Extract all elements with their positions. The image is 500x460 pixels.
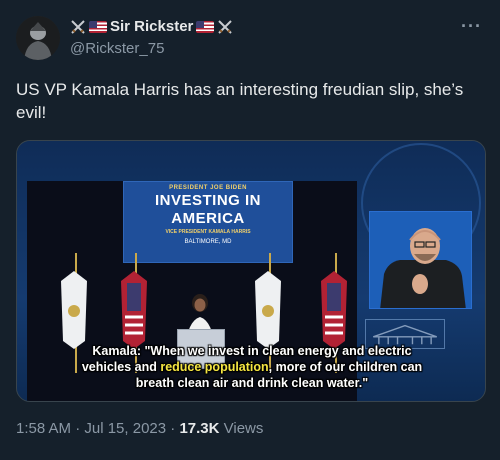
banner-line3: AMERICA bbox=[171, 210, 245, 227]
crossed-swords-icon bbox=[218, 19, 233, 34]
banner-line2: INVESTING IN bbox=[154, 192, 261, 209]
us-flag-icon bbox=[89, 20, 107, 33]
sign-language-interpreter-inset bbox=[369, 211, 472, 309]
video-frame: PRESIDENT JOE BIDEN INVESTING IN AMERICA… bbox=[17, 141, 485, 401]
crossed-swords-icon bbox=[71, 19, 85, 34]
caption-line1: Kamala: "When we invest in clean energy … bbox=[92, 344, 412, 358]
banner-line4: VICE PRESIDENT KAMALA HARRIS bbox=[165, 229, 251, 235]
video-caption: Kamala: "When we invest in clean energy … bbox=[17, 343, 485, 391]
caption-line2-end: , more of our children can bbox=[268, 360, 423, 374]
author-name-row[interactable]: Sir Rickster bbox=[70, 18, 233, 35]
tweet-timestamp[interactable]: 1:58 AM · Jul 15, 2023 · bbox=[16, 420, 179, 437]
tweet: Sir Rickster @Rickster_75 ··· US VP Kama… bbox=[0, 0, 500, 460]
tweet-meta: 1:58 AM · Jul 15, 2023 · 17.3K Views bbox=[16, 420, 263, 437]
caption-line3: breath clean air and drink clean water." bbox=[135, 376, 369, 390]
banner-line5: BALTIMORE, MD bbox=[184, 239, 232, 245]
more-horizontal-icon[interactable]: ··· bbox=[461, 16, 482, 37]
state-flag-icon bbox=[255, 271, 281, 349]
banner-line1: PRESIDENT JOE BIDEN bbox=[169, 185, 247, 191]
caption-line2-start: vehicles and bbox=[81, 360, 161, 374]
caption-line2: vehicles and reduce population, more of … bbox=[17, 359, 485, 375]
interpreter-figure bbox=[370, 212, 471, 308]
us-flag-icon bbox=[196, 20, 215, 33]
state-flag-icon bbox=[61, 271, 87, 349]
author-display-name[interactable]: Sir Rickster bbox=[110, 18, 193, 35]
us-flag-icon bbox=[121, 271, 147, 349]
tweet-text: US VP Kamala Harris has an interesting f… bbox=[16, 80, 464, 122]
views-label: Views bbox=[219, 420, 264, 437]
us-flag-icon bbox=[321, 271, 347, 349]
avatar[interactable] bbox=[16, 16, 60, 60]
views-count: 17.3K bbox=[179, 420, 220, 437]
event-banner: PRESIDENT JOE BIDEN INVESTING IN AMERICA… bbox=[123, 181, 293, 263]
caption-highlight: reduce population bbox=[160, 360, 269, 374]
avatar-image bbox=[16, 16, 60, 60]
tweet-video[interactable]: PRESIDENT JOE BIDEN INVESTING IN AMERICA… bbox=[16, 140, 486, 402]
author-handle[interactable]: @Rickster_75 bbox=[70, 40, 164, 57]
